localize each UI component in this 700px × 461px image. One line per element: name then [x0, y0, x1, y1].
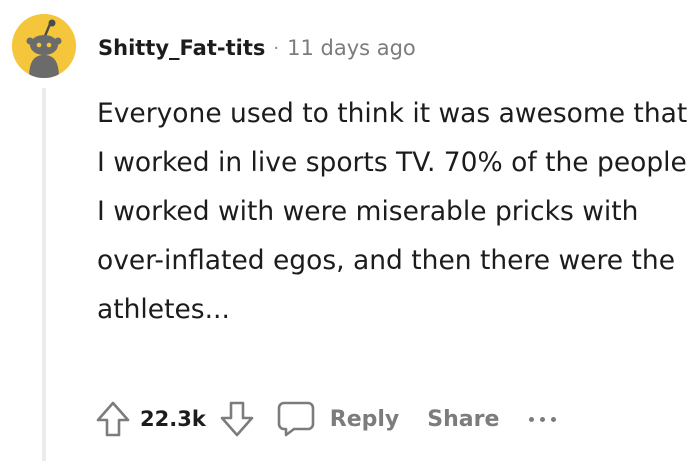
timestamp[interactable]: 11 days ago: [287, 36, 416, 60]
ellipsis-dot: [529, 416, 535, 422]
username-link[interactable]: Shitty_Fat-tits: [98, 36, 265, 60]
snoo-avatar-icon-graphic: [12, 14, 76, 78]
vote-score: 22.3k: [140, 407, 206, 431]
comment-header: Shitty_Fat-tits · 11 days ago: [98, 30, 416, 66]
ellipsis-dot: [551, 416, 557, 422]
separator-dot: ·: [273, 37, 280, 59]
thread-line[interactable]: [42, 88, 46, 461]
snoo-avatar-icon[interactable]: [12, 14, 76, 78]
share-button[interactable]: Share: [427, 407, 499, 432]
comment-body: Everyone used to think it was awesome th…: [97, 89, 689, 334]
upvote-arrow-icon[interactable]: [92, 398, 134, 440]
reply-label: Reply: [329, 406, 400, 432]
comment: Shitty_Fat-tits · 11 days ago Everyone u…: [0, 0, 700, 461]
reply-button[interactable]: Reply: [274, 398, 400, 440]
ellipsis-dot: [540, 416, 546, 422]
speech-bubble-icon: [274, 398, 318, 440]
action-bar: 22.3k Reply Share: [92, 396, 557, 442]
comment-text: Everyone used to think it was awesome th…: [97, 98, 688, 325]
ellipsis-icon[interactable]: [529, 407, 557, 431]
downvote-arrow-icon[interactable]: [216, 398, 258, 440]
